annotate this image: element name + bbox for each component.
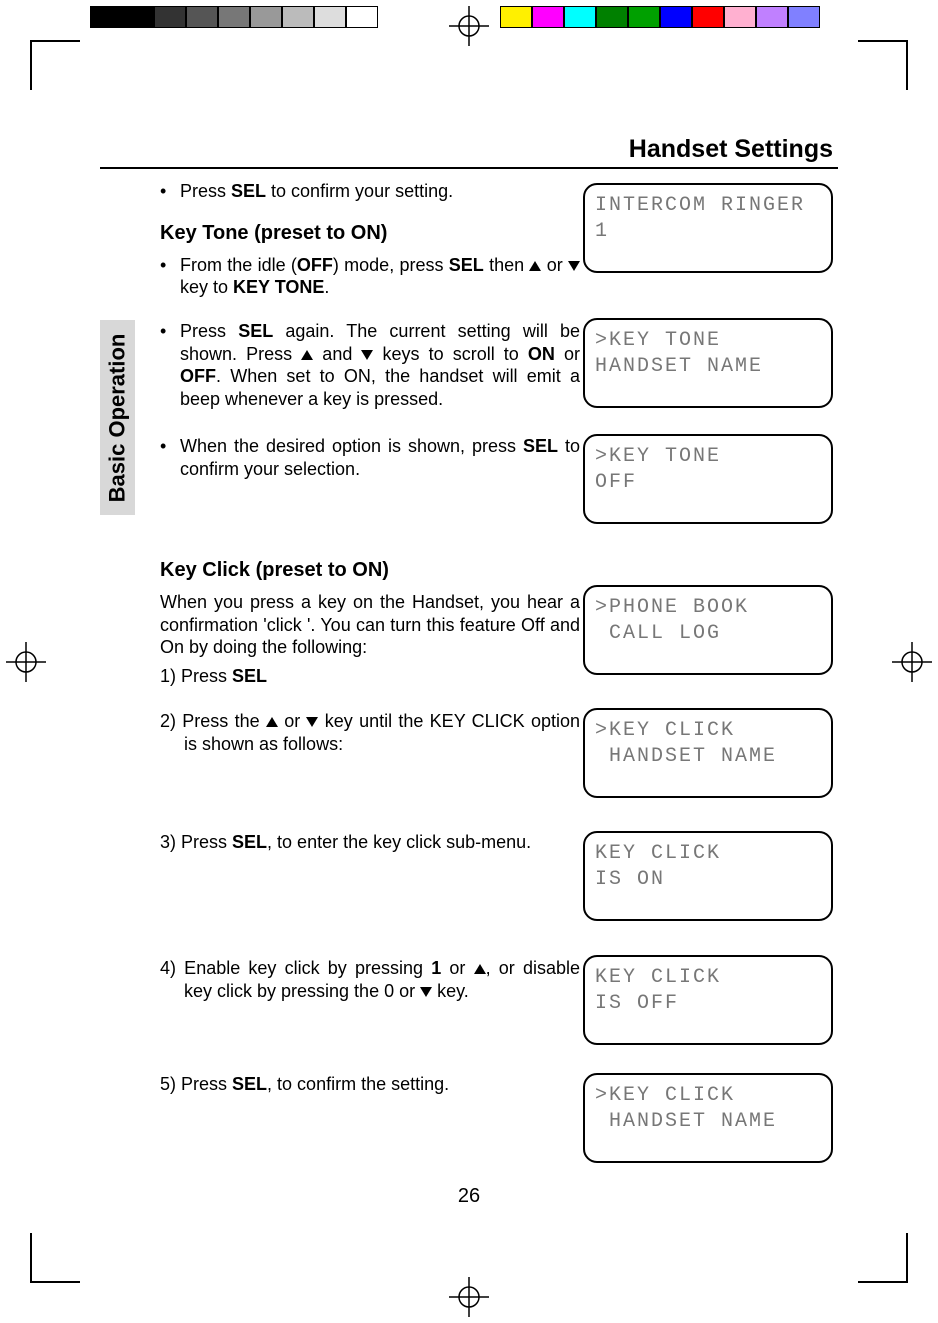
- up-arrow-icon: [474, 964, 486, 974]
- lcd-screen: KEY CLICK IS OFF: [583, 955, 833, 1045]
- lcd-screen: >PHONE BOOK CALL LOG: [583, 585, 833, 675]
- lcd-screen: >KEY CLICK HANDSET NAME: [583, 1073, 833, 1163]
- color-swatch: [756, 6, 788, 28]
- page-title: Handset Settings: [629, 135, 833, 164]
- bullet-dot: •: [160, 254, 180, 299]
- section-heading-key-click: Key Click (preset to ON): [160, 558, 580, 583]
- lcd-screen: KEY CLICK IS ON: [583, 831, 833, 921]
- instruction-text: When you press a key on the Handset, you…: [160, 591, 580, 659]
- down-arrow-icon: [420, 987, 432, 997]
- color-swatch: [628, 6, 660, 28]
- color-swatch: [564, 6, 596, 28]
- bullet-dot: •: [160, 435, 180, 480]
- color-swatch: [250, 6, 282, 28]
- instruction-step: 2) Press the or key until the KEY CLICK …: [160, 710, 580, 755]
- up-arrow-icon: [266, 717, 278, 727]
- crop-mark: [30, 1233, 80, 1283]
- lcd-screen: >KEY TONE HANDSET NAME: [583, 318, 833, 408]
- down-arrow-icon: [568, 261, 580, 271]
- up-arrow-icon: [301, 350, 313, 360]
- color-swatch: [596, 6, 628, 28]
- lcd-screen: >KEY CLICK HANDSET NAME: [583, 708, 833, 798]
- color-swatch: [282, 6, 314, 28]
- color-swatch: [532, 6, 564, 28]
- crop-mark: [858, 1233, 908, 1283]
- section-heading-key-tone: Key Tone (preset to ON): [160, 221, 580, 246]
- page-number: 26: [0, 1185, 938, 1208]
- registration-mark-right: [892, 642, 932, 682]
- instruction-text: Press SEL again. The current setting wil…: [180, 320, 580, 410]
- color-swatch: [186, 6, 218, 28]
- color-swatch: [314, 6, 346, 28]
- up-arrow-icon: [529, 261, 541, 271]
- color-bar-left: [90, 6, 378, 28]
- registration-mark-left: [6, 642, 46, 682]
- color-swatch: [724, 6, 756, 28]
- color-swatch: [218, 6, 250, 28]
- color-swatch: [346, 6, 378, 28]
- instruction-step: 3) Press SEL, to enter the key click sub…: [160, 832, 531, 852]
- color-swatch: [788, 6, 820, 28]
- bullet-dot: •: [160, 180, 180, 203]
- color-swatch: [122, 6, 154, 28]
- crop-mark: [858, 40, 908, 90]
- color-swatch: [154, 6, 186, 28]
- down-arrow-icon: [361, 350, 373, 360]
- registration-mark-bottom: [449, 1277, 489, 1317]
- instruction-text: Press SEL to confirm your setting.: [180, 180, 580, 203]
- down-arrow-icon: [306, 717, 318, 727]
- title-rule: [100, 167, 838, 169]
- instruction-step: 5) Press SEL, to confirm the setting.: [160, 1074, 449, 1094]
- section-tab-label: Basic Operation: [105, 333, 131, 502]
- crop-mark: [30, 40, 80, 90]
- color-swatch: [660, 6, 692, 28]
- instruction-text: When the desired option is shown, press …: [180, 435, 580, 480]
- color-swatch: [500, 6, 532, 28]
- instruction-step: 4) Enable key click by pressing 1 or , o…: [160, 957, 580, 1002]
- color-bar-right: [500, 6, 820, 28]
- lcd-screen: >KEY TONE OFF: [583, 434, 833, 524]
- lcd-screen: INTERCOM RINGER 1: [583, 183, 833, 273]
- section-tab: Basic Operation: [100, 320, 135, 515]
- color-swatch: [692, 6, 724, 28]
- bullet-dot: •: [160, 320, 180, 410]
- registration-mark-top: [449, 6, 489, 46]
- instruction-text: From the idle (OFF) mode, press SEL then…: [180, 254, 580, 299]
- instruction-step: 1) Press SEL: [160, 665, 580, 688]
- color-swatch: [90, 6, 122, 28]
